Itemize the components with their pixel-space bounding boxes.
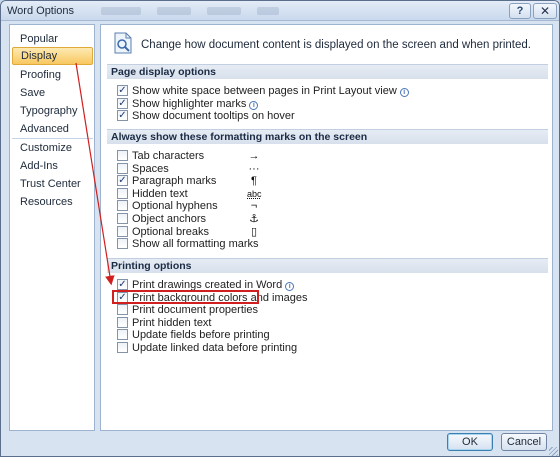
option-label: Show document tooltips on hover — [132, 110, 295, 122]
option-label-wrap: Spaces — [132, 163, 169, 175]
sidebar-item-save[interactable]: Save — [12, 84, 93, 102]
option-checkbox[interactable]: ✓ — [117, 97, 128, 109]
option-checkbox[interactable] — [117, 225, 128, 237]
option-label-wrap: Paragraph marks — [132, 175, 216, 187]
option-label-wrap: Print document properties — [132, 304, 258, 316]
option-label: Hidden text — [132, 187, 188, 200]
option-checkbox[interactable] — [117, 162, 128, 174]
option-label-wrap: Show white space between pages in Print … — [132, 85, 409, 97]
info-icon[interactable]: i — [399, 88, 409, 97]
option-checkbox[interactable]: ✓ — [117, 279, 128, 290]
option-label-wrap: Update fields before printing — [132, 329, 270, 341]
sidebar-item-advanced[interactable]: Advanced — [12, 120, 93, 138]
option-label: Optional breaks — [132, 225, 210, 238]
option-label: Show white space between pages in Print … — [132, 85, 397, 97]
display-options-panel: Change how document content is displayed… — [100, 24, 553, 431]
sidebar-item-customize[interactable]: Customize — [12, 139, 93, 157]
formatting-mark-symbol: → — [248, 150, 260, 162]
option-label-wrap: Print hidden text — [132, 317, 212, 329]
option-label: Spaces — [132, 162, 169, 175]
info-icon[interactable]: i — [285, 282, 295, 291]
option-checkbox[interactable] — [117, 341, 128, 353]
option-checkbox[interactable] — [117, 200, 128, 212]
resize-grip[interactable] — [549, 447, 558, 456]
panel-header-text: Change how document content is displayed… — [141, 39, 531, 51]
option-label-wrap: Show document tooltips on hover — [132, 110, 295, 122]
info-icon[interactable]: i — [249, 100, 259, 110]
option-label-wrap: Show all formatting marks — [132, 238, 259, 250]
option-label-wrap: Show highlighter marks i — [132, 97, 259, 110]
option-checkbox[interactable] — [117, 304, 128, 315]
option-label: Update linked data before printing — [132, 341, 298, 354]
formatting-mark-symbol: ··· — [248, 162, 260, 175]
sidebar-item-proofing[interactable]: Proofing — [12, 66, 93, 84]
sidebar-item-add-ins[interactable]: Add-Ins — [12, 157, 93, 175]
title-bar[interactable]: Word Options ? ✕ — [1, 1, 559, 21]
option-label: Print document properties — [132, 304, 258, 316]
option-checkbox[interactable]: ✓ — [117, 110, 128, 121]
sidebar-item-popular[interactable]: Popular — [12, 30, 93, 48]
display-page-icon — [114, 32, 132, 54]
option-label: Show all formatting marks — [132, 238, 259, 251]
cancel-button[interactable]: Cancel — [501, 433, 547, 451]
formatting-mark-symbol: ⚓ — [249, 213, 259, 225]
word-options-dialog: Word Options ? ✕ Popular Display Proofin… — [0, 0, 560, 457]
option-checkbox[interactable] — [117, 187, 128, 199]
option-checkbox[interactable] — [117, 238, 128, 250]
formatting-mark-symbol: ▯ — [250, 225, 258, 238]
formatting-mark-symbol: ¶ — [251, 175, 257, 188]
option-label-wrap: Object anchors — [132, 213, 206, 225]
sidebar-item-typography[interactable]: Typography — [12, 102, 93, 120]
help-button[interactable]: ? — [509, 3, 531, 19]
option-label-wrap: Update linked data before printing — [132, 342, 297, 354]
sidebar-item-resources[interactable]: Resources — [12, 193, 93, 211]
option-label: Tab characters — [132, 150, 205, 162]
option-label-wrap: Tab characters — [132, 150, 204, 162]
option-checkbox[interactable] — [117, 150, 128, 161]
dialog-title: Word Options — [7, 5, 75, 17]
option-checkbox[interactable] — [117, 329, 128, 340]
background-ribbon-tabs — [101, 6, 401, 16]
option-label: Optional hyphens — [132, 200, 218, 213]
sidebar-item-trust-center[interactable]: Trust Center — [12, 175, 93, 193]
annotation-highlight-box — [112, 290, 259, 304]
option-checkbox[interactable] — [117, 213, 128, 224]
option-label: Print hidden text — [132, 316, 212, 329]
option-label-wrap: Optional hyphens — [132, 200, 218, 212]
option-label: Object anchors — [132, 213, 206, 225]
option-label-wrap: Hidden text — [132, 188, 188, 200]
options-sidebar: Popular Display Proofing Save Typography… — [9, 24, 95, 431]
section-printing-options: Printing options — [107, 258, 548, 273]
option-checkbox[interactable]: ✓ — [117, 85, 128, 96]
ok-button[interactable]: OK — [447, 433, 493, 451]
formatting-mark-symbol: ¬ — [250, 200, 258, 213]
section-page-display-options: Page display options — [107, 64, 548, 79]
option-label-wrap: Optional breaks — [132, 226, 209, 238]
option-checkbox[interactable] — [117, 316, 128, 328]
option-label: Update fields before printing — [132, 329, 270, 341]
close-button[interactable]: ✕ — [533, 3, 557, 19]
option-checkbox[interactable]: ✓ — [117, 175, 128, 187]
option-label: Show highlighter marks — [132, 97, 247, 110]
sidebar-item-display[interactable]: Display — [12, 47, 93, 65]
option-label: Paragraph marks — [132, 175, 217, 188]
section-formatting-marks: Always show these formatting marks on th… — [107, 129, 548, 144]
formatting-mark-symbol: abc — [247, 188, 262, 199]
